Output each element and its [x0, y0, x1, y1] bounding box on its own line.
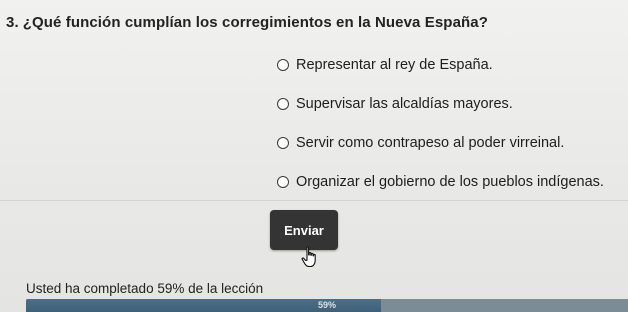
question-number: 3. [6, 14, 19, 31]
answer-options: Representar al rey de España. Supervisar… [277, 55, 604, 211]
option-label: Organizar el gobierno de los pueblos ind… [296, 174, 604, 190]
progress-bar: 59% [26, 299, 628, 312]
question-prompt: ¿Qué función cumplían los corregimientos… [22, 14, 488, 31]
radio-button[interactable] [277, 176, 289, 188]
option-3[interactable]: Servir como contrapeso al poder virreina… [277, 133, 604, 153]
radio-button[interactable] [277, 137, 289, 149]
submit-button[interactable]: Enviar [270, 210, 338, 250]
radio-button[interactable] [277, 98, 289, 110]
divider [0, 200, 628, 201]
progress-percent-label: 59% [317, 300, 336, 310]
option-label: Supervisar las alcaldías mayores. [296, 96, 513, 112]
option-2[interactable]: Supervisar las alcaldías mayores. [277, 94, 604, 114]
question-text: 3. ¿Qué función cumplían los corregimient… [6, 14, 488, 31]
radio-button[interactable] [277, 59, 289, 71]
option-label: Servir como contrapeso al poder virreina… [296, 135, 565, 151]
option-1[interactable]: Representar al rey de España. [277, 55, 604, 75]
option-label: Representar al rey de España. [296, 57, 493, 73]
progress-text: Usted ha completado 59% de la lección [26, 281, 264, 296]
option-4[interactable]: Organizar el gobierno de los pueblos ind… [277, 172, 604, 192]
hand-pointer-icon [301, 246, 316, 268]
